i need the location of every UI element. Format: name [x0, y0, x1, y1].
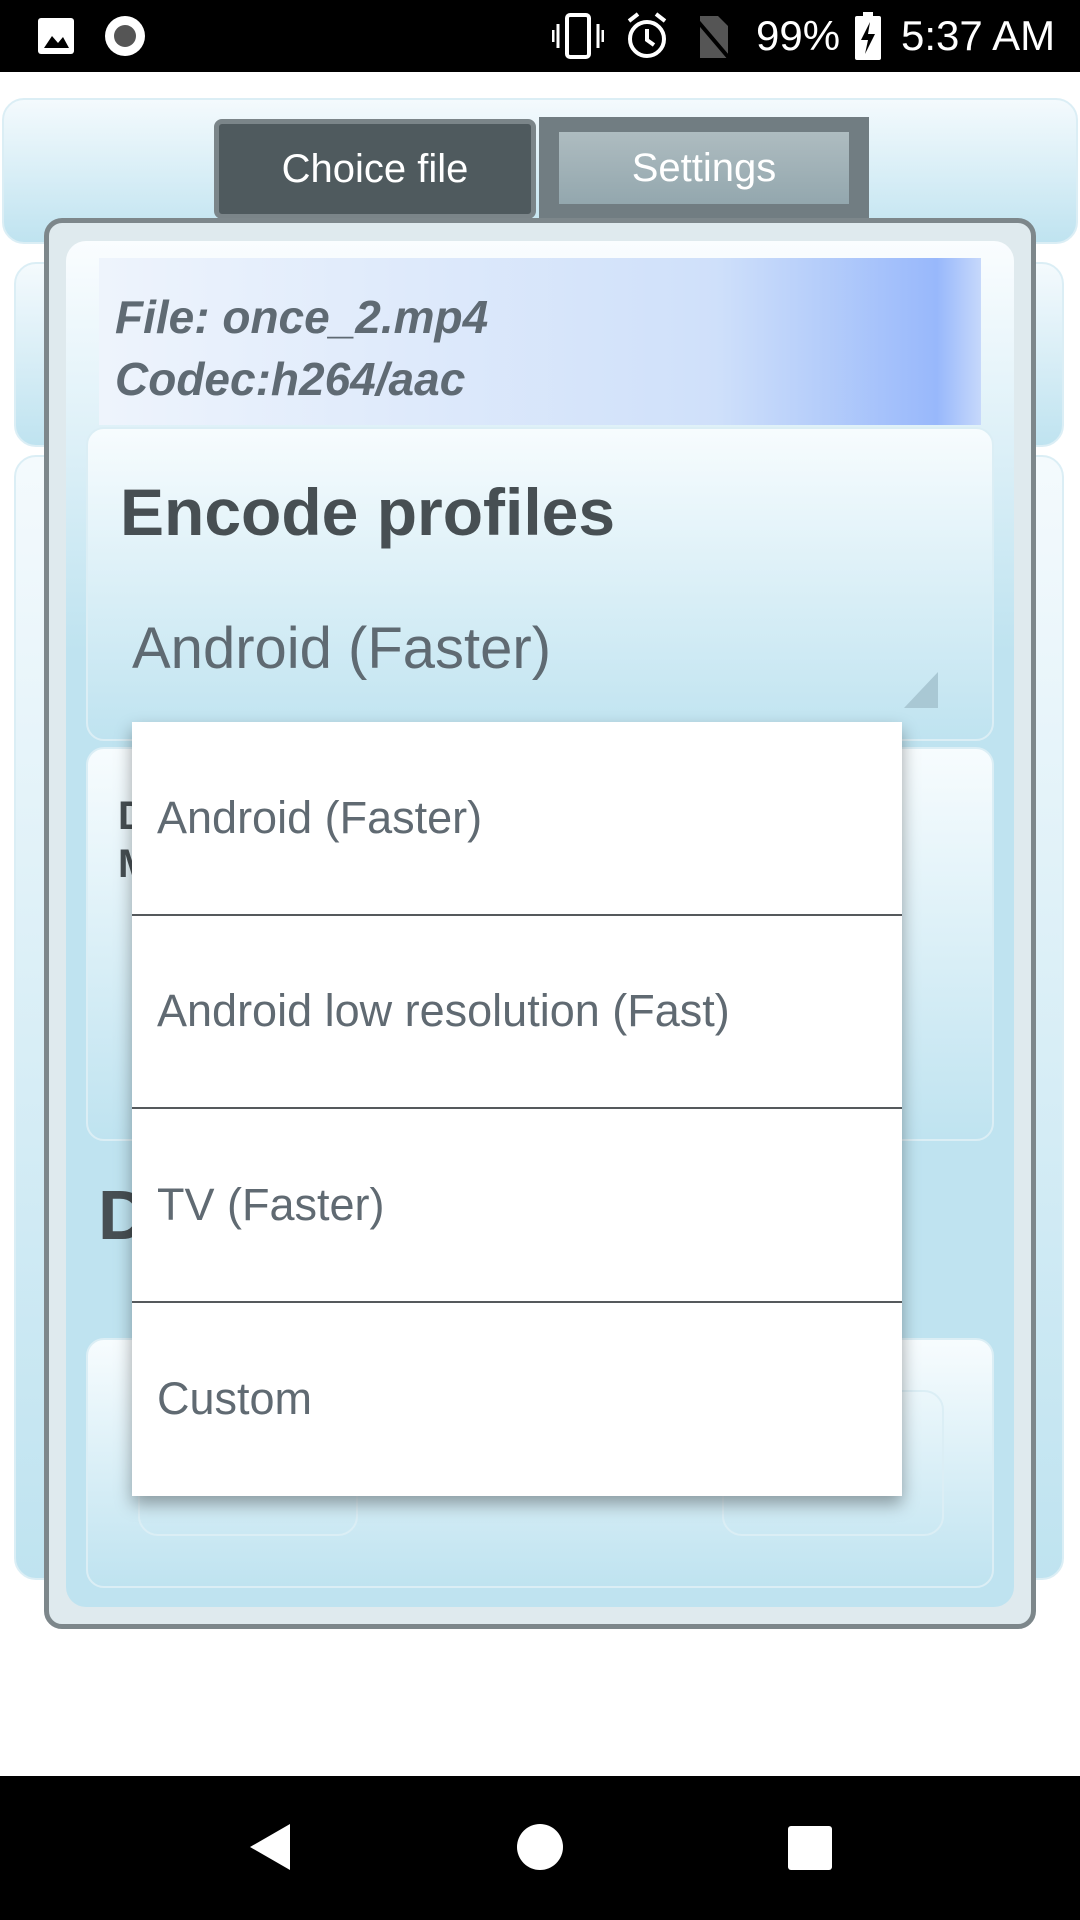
back-icon[interactable] [248, 1822, 292, 1872]
dropdown-option[interactable]: Android (Faster) [132, 722, 902, 916]
clock: 5:37 AM [901, 12, 1056, 59]
dropdown-option[interactable]: TV (Faster) [132, 1109, 902, 1303]
navigation-bar [0, 1776, 1080, 1920]
no-sim-icon [693, 16, 731, 60]
vibrate-icon [552, 13, 604, 59]
alarm-icon [627, 12, 667, 58]
encode-profile-spinner[interactable]: Android (Faster) [132, 615, 551, 682]
file-info: File: once_2.mp4 Codec:h264/aac [99, 258, 981, 425]
status-bar: 99% 5:37 AM [0, 0, 1080, 72]
battery-percent: 99% [756, 12, 841, 59]
file-name: File: once_2.mp4 [115, 291, 489, 343]
profile-dropdown: Android (Faster) Android low resolution … [132, 722, 902, 1496]
encode-profiles-title: Encode profiles [120, 475, 616, 549]
tab-settings[interactable]: Settings [539, 117, 869, 219]
dropdown-option[interactable]: Custom [132, 1303, 902, 1497]
home-icon[interactable] [516, 1823, 564, 1871]
codec: Codec:h264/aac [115, 353, 466, 405]
tab-choice-file[interactable]: Choice file [214, 119, 536, 219]
image-icon [38, 18, 74, 54]
spinner-triangle-icon [904, 672, 938, 708]
record-icon [105, 16, 145, 56]
battery-charging-icon [855, 12, 881, 60]
tab-label: Settings [559, 132, 849, 204]
tab-label: Choice file [281, 146, 469, 191]
recents-icon[interactable] [788, 1826, 832, 1870]
dropdown-option[interactable]: Android low resolution (Fast) [132, 916, 902, 1109]
